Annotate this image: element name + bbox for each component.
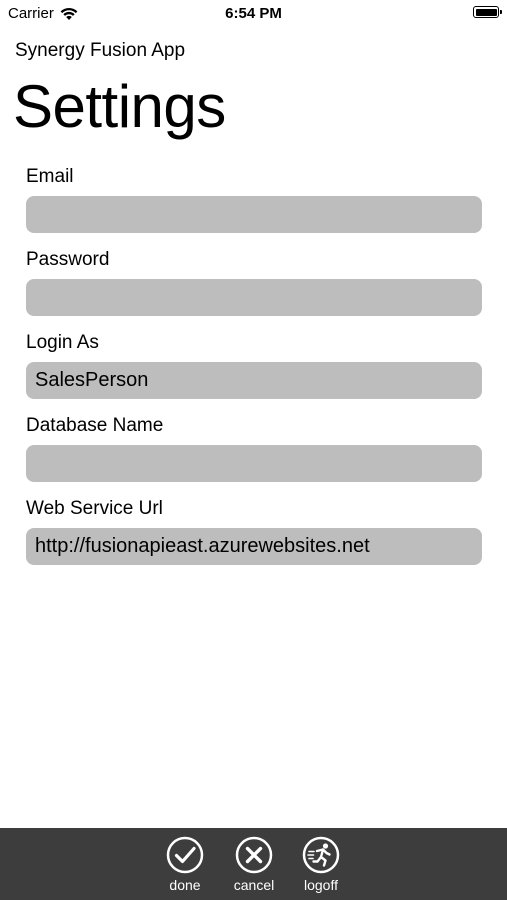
settings-form: Email Password Login As Database Name We… [26, 166, 482, 581]
running-person-icon [302, 836, 340, 874]
logoff-button[interactable]: logoff [291, 836, 351, 893]
x-circle-icon [235, 836, 273, 874]
status-time: 6:54 PM [225, 5, 282, 22]
app-name: Synergy Fusion App [15, 40, 186, 61]
password-label: Password [26, 249, 110, 270]
login-as-field[interactable] [26, 362, 482, 399]
checkmark-circle-icon [166, 836, 204, 874]
done-label: done [169, 877, 201, 893]
logoff-label: logoff [304, 877, 338, 893]
cancel-label: cancel [233, 877, 275, 893]
bottom-toolbar: done cancel logoff [0, 828, 507, 900]
database-name-label: Database Name [26, 415, 164, 436]
web-service-url-field[interactable] [26, 528, 482, 565]
email-label: Email [26, 166, 74, 187]
status-bar: Carrier 6:54 PM [0, 0, 507, 28]
battery-icon [473, 6, 502, 18]
login-as-label: Login As [26, 332, 99, 353]
web-service-url-label: Web Service Url [26, 498, 163, 519]
database-name-field[interactable] [26, 445, 482, 482]
password-field[interactable] [26, 279, 482, 316]
done-button[interactable]: done [155, 836, 215, 893]
cancel-button[interactable]: cancel [224, 836, 284, 893]
email-field[interactable] [26, 196, 482, 233]
page-title: Settings [13, 73, 226, 140]
